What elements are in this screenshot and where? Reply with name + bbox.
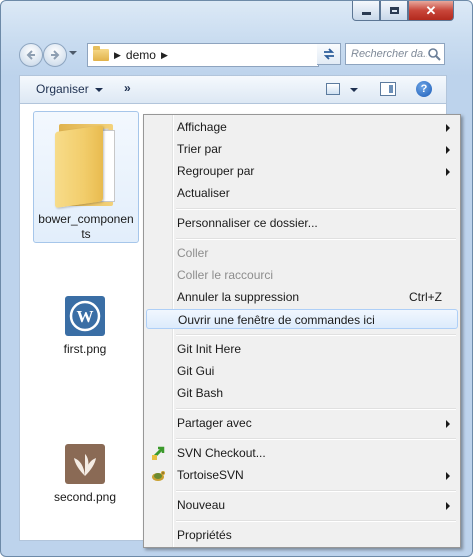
command-bar: Organiser » ?	[19, 75, 447, 103]
submenu-arrow-icon	[446, 502, 450, 510]
submenu-arrow-icon	[446, 420, 450, 428]
forward-button[interactable]	[43, 43, 67, 67]
menu-item-shortcut: Ctrl+Z	[409, 290, 442, 304]
menu-item-git-gui[interactable]: Git Gui	[146, 361, 458, 381]
menu-item-label: TortoiseSVN	[177, 468, 244, 482]
menu-item-label: Git Bash	[177, 386, 224, 400]
folder-icon	[93, 46, 109, 61]
file-label: first.png	[63, 342, 107, 356]
help-icon[interactable]: ?	[416, 81, 432, 97]
submenu-arrow-icon	[446, 146, 450, 154]
file-label: second.png	[53, 490, 117, 504]
menu-item-label: Git Init Here	[177, 342, 242, 356]
menu-separator	[176, 408, 456, 410]
menu-item-label: Affichage	[177, 120, 227, 134]
menu-item-git-init[interactable]: Git Init Here	[146, 339, 458, 359]
menu-item-partager-avec[interactable]: Partager avec	[146, 413, 458, 433]
menu-item-label: Trier par	[177, 142, 222, 156]
menu-item-actualiser[interactable]: Actualiser	[146, 183, 458, 203]
menu-item-personnaliser[interactable]: Personnaliser ce dossier...	[146, 213, 458, 233]
minimize-icon	[361, 12, 371, 15]
search-icon[interactable]	[427, 47, 441, 61]
menu-item-proprietes[interactable]: Propriétés	[146, 525, 458, 545]
submenu-arrow-icon	[446, 168, 450, 176]
search-input[interactable]: Rechercher da...	[345, 43, 445, 65]
menu-item-label: Regrouper par	[177, 164, 255, 178]
menu-item-label: Coller	[177, 246, 209, 260]
organize-label: Organiser	[36, 82, 89, 96]
submenu-arrow-icon	[446, 124, 450, 132]
change-view-icon[interactable]	[326, 83, 340, 95]
file-item-first-png[interactable]: W first.png	[33, 296, 137, 357]
view-options-dropdown[interactable]	[350, 88, 358, 92]
file-item-bower-components[interactable]: bower_components	[33, 111, 139, 243]
back-arrow-icon	[26, 50, 35, 60]
folder-icon	[55, 120, 117, 208]
menu-separator	[176, 334, 456, 336]
recent-pages-dropdown[interactable]	[69, 51, 77, 55]
organize-button[interactable]: Organiser	[36, 82, 103, 96]
menu-item-coller-raccourci: Coller le raccourci	[146, 265, 458, 285]
menu-separator	[176, 520, 456, 522]
caption-buttons: ✕	[352, 1, 454, 21]
menu-item-label: Personnaliser ce dossier...	[177, 216, 318, 230]
maximize-icon	[389, 7, 399, 14]
more-commands-button[interactable]: »	[124, 81, 131, 95]
file-label: bower_components	[38, 212, 134, 241]
leaf-logo-icon	[65, 444, 105, 484]
search-placeholder: Rechercher da...	[351, 48, 427, 60]
menu-item-regrouper-par[interactable]: Regrouper par	[146, 161, 458, 181]
close-icon: ✕	[425, 3, 437, 18]
menu-item-trier-par[interactable]: Trier par	[146, 139, 458, 159]
context-menu: Affichage Trier par Regrouper par Actual…	[143, 114, 461, 548]
menu-item-label: Annuler la suppression	[177, 290, 300, 304]
menu-item-ouvrir-commandes[interactable]: Ouvrir une fenêtre de commandes ici	[146, 309, 458, 329]
back-button[interactable]	[19, 43, 43, 67]
menu-item-label: Coller le raccourci	[177, 268, 274, 282]
menu-item-label: Partager avec	[177, 416, 252, 430]
maximize-button[interactable]	[380, 1, 408, 21]
forward-arrow-icon	[51, 50, 60, 60]
menu-item-label: Git Gui	[177, 364, 215, 378]
refresh-icon	[323, 48, 334, 60]
address-bar[interactable]: ▶ demo ▶	[87, 43, 319, 67]
submenu-arrow-icon	[446, 472, 450, 480]
minimize-button[interactable]	[352, 1, 380, 21]
menu-item-svn-checkout[interactable]: SVN Checkout...	[146, 443, 458, 463]
menu-item-affichage[interactable]: Affichage	[146, 117, 458, 137]
svn-checkout-icon	[151, 446, 165, 460]
menu-item-annuler-suppression[interactable]: Annuler la suppression Ctrl+Z	[146, 287, 458, 307]
file-item-second-png[interactable]: second.png	[33, 444, 137, 505]
svg-text:W: W	[77, 307, 94, 326]
refresh-button[interactable]	[317, 43, 341, 65]
menu-separator	[176, 238, 456, 240]
breadcrumb-current-folder[interactable]: demo	[126, 48, 156, 62]
menu-item-label: Nouveau	[177, 498, 226, 512]
menu-item-label: Propriétés	[177, 528, 232, 542]
menu-item-label: SVN Checkout...	[177, 446, 266, 460]
close-button[interactable]: ✕	[408, 1, 454, 21]
breadcrumb-separator-icon[interactable]: ▶	[161, 50, 168, 61]
preview-pane-icon[interactable]	[380, 82, 396, 96]
menu-item-tortoisesvn[interactable]: TortoiseSVN	[146, 465, 458, 485]
menu-item-label: Ouvrir une fenêtre de commandes ici	[178, 313, 375, 327]
menu-separator	[176, 438, 456, 440]
menu-item-label: Actualiser	[177, 186, 230, 200]
menu-separator	[176, 490, 456, 492]
breadcrumb-separator-icon[interactable]: ▶	[114, 50, 121, 61]
menu-separator	[176, 208, 456, 210]
menu-item-coller: Coller	[146, 243, 458, 263]
tortoise-icon	[152, 471, 165, 481]
navigation-bar: ▶ demo ▶ Rechercher da...	[19, 41, 445, 69]
menu-item-nouveau[interactable]: Nouveau	[146, 495, 458, 515]
chevron-down-icon	[94, 87, 103, 92]
wordpress-logo-icon: W	[65, 296, 105, 336]
menu-item-git-bash[interactable]: Git Bash	[146, 383, 458, 403]
